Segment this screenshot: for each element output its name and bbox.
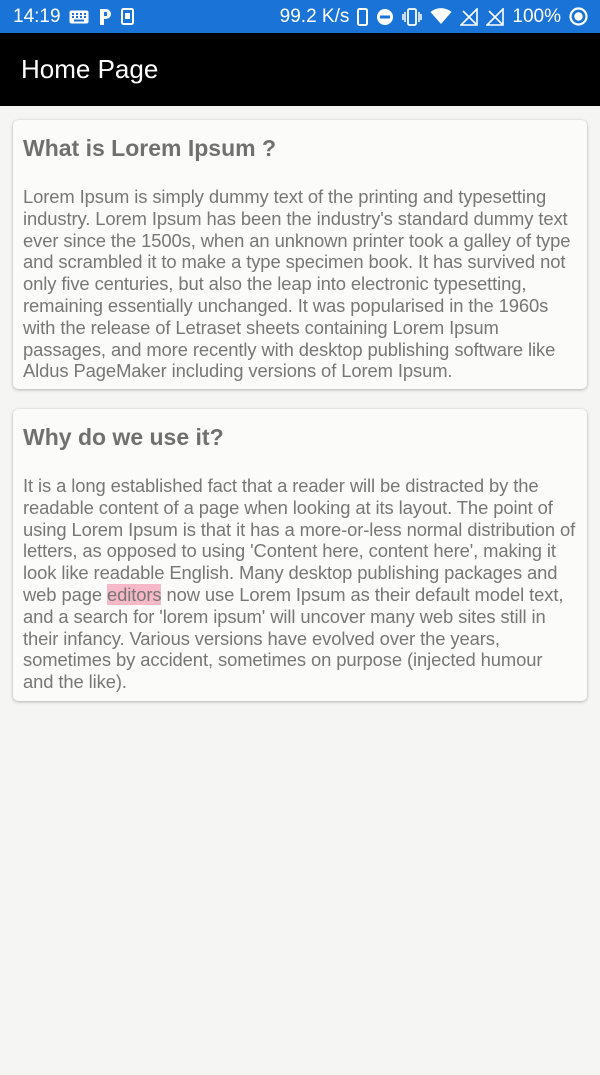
sim-icon [120, 8, 134, 25]
highlighted-word: editors [106, 583, 162, 605]
battery-circle-icon [569, 7, 588, 26]
phone-icon [357, 7, 369, 26]
card-title: Why do we use it? [23, 424, 224, 450]
card-what-is-lorem-ipsum: What is Lorem Ipsum ? Lorem Ipsum is sim… [13, 120, 587, 389]
net-speed: 99.2 K/s [279, 5, 350, 27]
p-app-icon [97, 8, 113, 26]
status-bar-left: 14:19 [13, 6, 134, 28]
status-time: 14:19 [13, 5, 61, 27]
no-signal-icon [486, 7, 505, 26]
card-title: What is Lorem Ipsum ? [23, 135, 277, 161]
card-body: Lorem Ipsum is simply dummy text of the … [23, 186, 571, 382]
status-bar-right: 99.2 K/s 100% [280, 6, 588, 28]
vibrate-icon [402, 7, 423, 26]
no-signal-icon [460, 7, 479, 26]
card-body: It is a long established fact that a rea… [23, 475, 577, 693]
page-title: Home Page [21, 54, 159, 84]
wifi-icon [430, 8, 452, 25]
battery-percent: 100% [512, 5, 561, 27]
app-bar: Home Page [0, 33, 600, 106]
card-why-do-we-use-it: Why do we use it? It is a long establish… [13, 409, 587, 701]
keyboard-icon [69, 10, 89, 24]
dnd-icon [376, 8, 394, 26]
status-bar: 14:19 99.2 K/s 100% [0, 0, 600, 33]
